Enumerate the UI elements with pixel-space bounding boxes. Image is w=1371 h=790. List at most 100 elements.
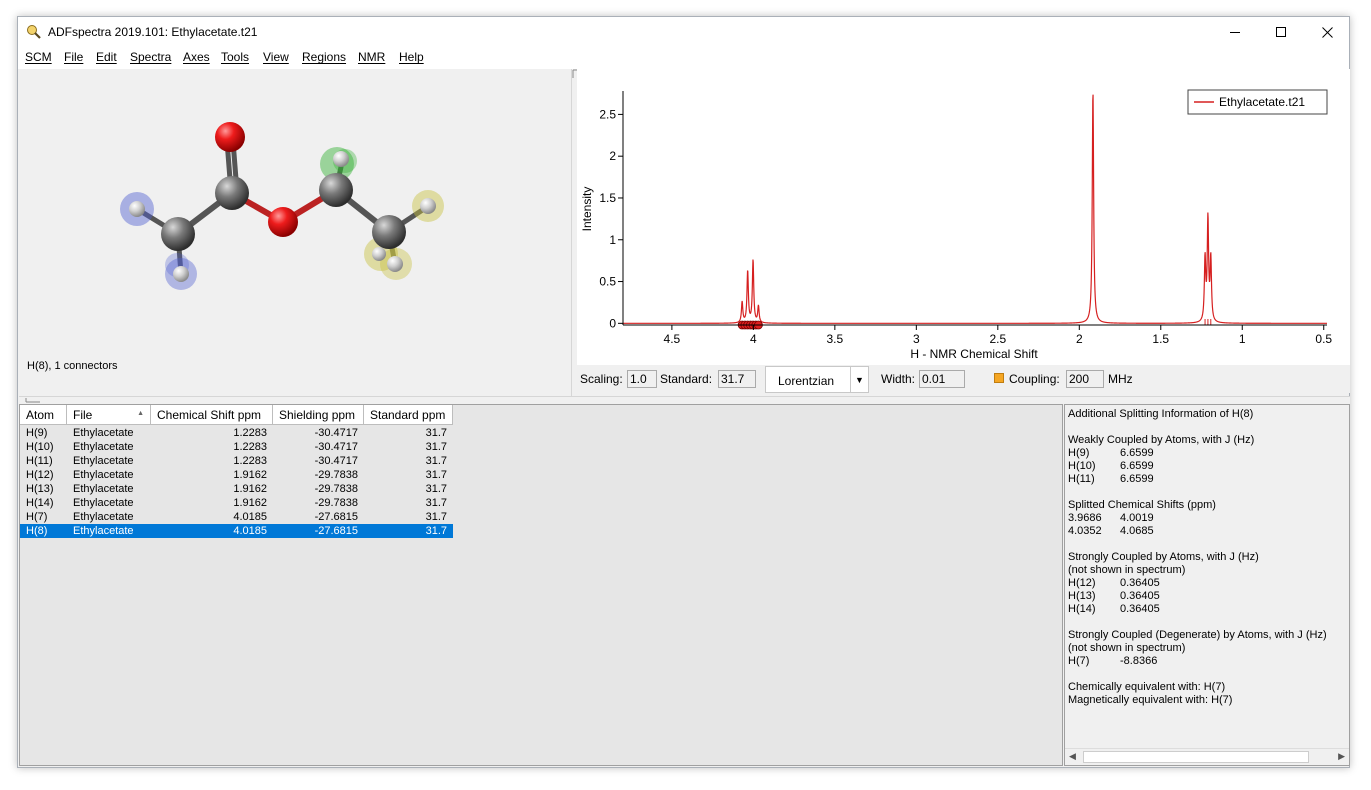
menu-regions[interactable]: Regions: [302, 50, 346, 64]
table-row[interactable]: H(13) Ethylacetate 1.9162 -29.7838 31.7: [20, 482, 453, 496]
info-line: H(7) -8.8366: [1068, 655, 1157, 667]
table-row[interactable]: H(10) Ethylacetate 1.2283 -30.4717 31.7: [20, 440, 453, 454]
x-tick-label: 1: [1239, 332, 1246, 346]
coupling-input[interactable]: 200: [1066, 370, 1104, 388]
info-value: 4.0019: [1120, 512, 1154, 524]
info-value: 6.6599: [1120, 447, 1154, 459]
minimize-button[interactable]: [1212, 17, 1258, 47]
close-button[interactable]: [1304, 17, 1350, 47]
table-cell: 31.7: [425, 455, 447, 467]
column-header-shielding[interactable]: Shielding ppm: [273, 405, 364, 425]
info-line: H(9) 6.6599: [1068, 447, 1154, 459]
column-header-chemical-shift[interactable]: Chemical Shift ppm: [151, 405, 273, 425]
coupling-label: Coupling:: [1009, 372, 1060, 386]
info-line: Additional Splitting Information of H(8): [1068, 408, 1253, 420]
menu-view[interactable]: View: [263, 50, 289, 64]
info-line: Strongly Coupled (Degenerate) by Atoms, …: [1068, 629, 1327, 641]
table-cell: 31.7: [425, 483, 447, 495]
menu-axes[interactable]: Axes: [183, 50, 210, 64]
lineshape-select[interactable]: Lorentzian ▼: [765, 366, 869, 393]
table-cell: -29.7838: [314, 469, 358, 481]
table-cell: -30.4717: [314, 441, 358, 453]
table-cell: Ethylacetate: [73, 525, 134, 537]
table-body: H(9) Ethylacetate 1.2283 -30.4717 31.7 H(10) E…: [20, 426, 453, 538]
table-row[interactable]: H(9) Ethylacetate 1.2283 -30.4717 31.7: [20, 426, 453, 440]
horizontal-scrollbar[interactable]: ◀ ▶: [1065, 748, 1349, 765]
info-line: Strongly Coupled by Atoms, with J (Hz): [1068, 551, 1259, 563]
app-logo-icon: [27, 25, 41, 39]
table-cell: -27.6815: [314, 511, 358, 523]
coupling-unit: MHz: [1108, 372, 1133, 386]
table-cell: 1.9162: [233, 497, 267, 509]
scaling-input[interactable]: 1.0: [627, 370, 657, 388]
info-value: 0.36405: [1120, 590, 1160, 602]
menu-file[interactable]: File: [64, 50, 83, 64]
table-header: Atom File ▲ Chemical Shift ppm Shielding …: [20, 405, 453, 425]
molecule-render: [120, 122, 444, 290]
lineshape-value: Lorentzian: [778, 374, 835, 388]
table-row[interactable]: H(11) Ethylacetate 1.2283 -30.4717 31.7: [20, 454, 453, 468]
x-tick-label: 3.5: [827, 332, 844, 346]
y-tick-label: 0: [609, 316, 616, 330]
table-cell: Ethylacetate: [73, 483, 134, 495]
info-value: 6.6599: [1120, 473, 1154, 485]
table-cell: -29.7838: [314, 497, 358, 509]
table-cell: H(13): [26, 483, 54, 495]
menu-tools[interactable]: Tools: [221, 50, 249, 64]
menu-nmr[interactable]: NMR: [358, 50, 385, 64]
horizontal-splitter[interactable]: [19, 396, 1350, 404]
table-cell: -30.4717: [314, 427, 358, 439]
table-cell: H(14): [26, 497, 54, 509]
menu-help[interactable]: Help: [399, 50, 424, 64]
maximize-button[interactable]: [1258, 17, 1304, 47]
table-cell: H(7): [26, 511, 48, 523]
table-cell: -29.7838: [314, 483, 358, 495]
info-text: (not shown in spectrum): [1068, 642, 1186, 654]
column-header-standard[interactable]: Standard ppm: [364, 405, 453, 425]
menu-scm[interactable]: SCM: [25, 50, 52, 64]
info-value: 0.36405: [1120, 577, 1160, 589]
minimize-icon: [1229, 31, 1240, 33]
info-line: Weakly Coupled by Atoms, with J (Hz): [1068, 434, 1254, 446]
menu-edit[interactable]: Edit: [96, 50, 117, 64]
info-line: H(11) 6.6599: [1068, 473, 1154, 485]
info-text: Weakly Coupled by Atoms, with J (Hz): [1068, 434, 1255, 446]
coupling-checkbox[interactable]: [994, 373, 1004, 383]
column-header-atom[interactable]: Atom: [20, 405, 67, 425]
x-axis-label: H - NMR Chemical Shift: [910, 347, 1038, 361]
standard-label: Standard:: [660, 372, 713, 386]
table-cell: -27.6815: [314, 525, 358, 537]
width-input[interactable]: 0.01: [919, 370, 965, 388]
menu-spectra[interactable]: Spectra: [130, 50, 171, 64]
x-tick-label: 2.5: [989, 332, 1006, 346]
molecule-viewer[interactable]: H(8), 1 connectors: [19, 69, 571, 396]
chevron-down-icon[interactable]: ▼: [850, 367, 868, 392]
scaling-label: Scaling:: [580, 372, 623, 386]
spectrum-line: [623, 94, 1327, 324]
scroll-left-icon[interactable]: ◀: [1069, 751, 1076, 762]
table-row[interactable]: H(12) Ethylacetate 1.9162 -29.7838 31.7: [20, 468, 453, 482]
info-line: H(10) 6.6599: [1068, 460, 1154, 472]
info-line: H(14) 0.36405: [1068, 603, 1160, 615]
scrollbar-thumb[interactable]: [1083, 751, 1309, 763]
column-header-file[interactable]: File ▲: [67, 405, 151, 425]
info-text: H(7): [1068, 655, 1090, 667]
table-cell: 1.9162: [233, 469, 267, 481]
table-cell: H(12): [26, 469, 54, 481]
title-bar: ADFspectra 2019.101: Ethylacetate.t21: [18, 17, 1349, 47]
y-tick-label: 0.5: [599, 275, 616, 289]
info-line: Splitted Chemical Shifts (ppm): [1068, 499, 1216, 511]
info-text: H(10): [1068, 460, 1096, 472]
spectrum-plot[interactable]: 4.5 4 3.5 3 2.5 2 1.5 1 0.5 0 0.5 1 1.5 2 2.5 H - NMR…: [577, 69, 1350, 365]
info-text: H(12): [1068, 577, 1096, 589]
info-text: (not shown in spectrum): [1068, 564, 1186, 576]
scroll-right-icon[interactable]: ▶: [1338, 751, 1345, 762]
standard-input[interactable]: 31.7: [718, 370, 756, 388]
table-row[interactable]: H(14) Ethylacetate 1.9162 -29.7838 31.7: [20, 496, 453, 510]
maximize-icon: [1275, 26, 1286, 37]
info-text: H(11): [1068, 473, 1095, 485]
window-title: ADFspectra 2019.101: Ethylacetate.t21: [48, 25, 258, 39]
info-line: Chemically equivalent with: H(7): [1068, 681, 1225, 693]
table-row[interactable]: H(7) Ethylacetate 4.0185 -27.6815 31.7: [20, 510, 453, 524]
table-row[interactable]: H(8) Ethylacetate 4.0185 -27.6815 31.7: [20, 524, 453, 538]
